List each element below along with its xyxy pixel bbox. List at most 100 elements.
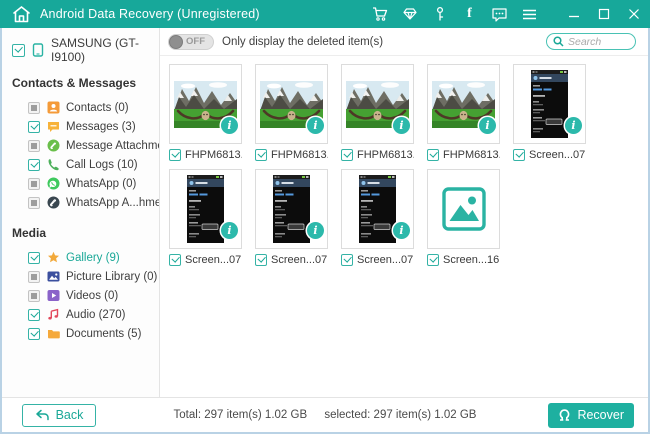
thumbnail-card[interactable]: i [255,64,328,144]
info-button[interactable]: i [307,117,324,134]
call-logs-checkbox[interactable] [28,159,40,171]
back-button[interactable]: Back [22,404,96,427]
device-row[interactable]: SAMSUNG (GT-I9100) [12,36,155,64]
file-grid: i FHPM6813.jpg [169,64,648,266]
documents-checkbox[interactable] [28,328,40,340]
whatsapp-attachments-checkbox[interactable] [28,197,40,209]
thumbnail-card[interactable]: i [341,169,414,249]
picture-library-checkbox[interactable] [28,271,40,283]
picture-library-icon [46,270,60,284]
search-box[interactable] [546,33,636,50]
whatsapp-checkbox[interactable] [28,178,40,190]
search-input[interactable] [568,36,628,48]
contacts-checkbox[interactable] [28,102,40,114]
info-button[interactable]: i [393,117,410,134]
selection-summary: Total: 297 item(s) 1.02 GB selected: 297… [167,409,484,421]
message-attachments-checkbox[interactable] [28,140,40,152]
file-checkbox[interactable] [513,149,525,161]
sidebar-item-message-attachments[interactable]: Message Attachments (0) [12,136,155,155]
thumbnail-card[interactable]: i [255,169,328,249]
thumbnail-card[interactable]: i [169,169,242,249]
sidebar-item-gallery[interactable]: Gallery (9) [12,248,155,267]
file-name: Screen...07.png [185,254,242,266]
thumbnail-card[interactable]: i [427,169,500,249]
file-checkbox[interactable] [427,254,439,266]
recover-icon [558,409,571,422]
key-icon[interactable] [431,6,448,23]
deleted-items-toggle[interactable]: OFF [168,34,214,50]
gallery-icon [46,251,60,265]
sidebar-item-call-logs[interactable]: Call Logs (10) [12,155,155,174]
window-title: Android Data Recovery (Unregistered) [40,7,260,21]
audio-checkbox[interactable] [28,309,40,321]
file-name: FHPM6813.jpg [271,149,328,161]
home-icon[interactable] [10,3,32,25]
info-button[interactable]: i [393,222,410,239]
file-checkbox[interactable] [427,149,439,161]
gallery-item: i FHPM6813.jpg [341,64,414,161]
videos-checkbox[interactable] [28,290,40,302]
thumbnail-card[interactable]: i [169,64,242,144]
sidebar-item-messages[interactable]: Messages (3) [12,117,155,136]
cart-icon[interactable] [371,6,388,23]
total-count: Total: 297 item(s) 1.02 GB [174,409,308,421]
file-checkbox[interactable] [255,149,267,161]
gallery-item: i FHPM6813.jpg [255,64,328,161]
file-checkbox[interactable] [341,254,353,266]
screenshot-thumbnail [531,70,568,138]
back-arrow-icon [35,409,49,421]
minimize-button[interactable] [565,6,582,23]
section-title-contacts-messages: Contacts & Messages [12,76,155,90]
contacts-icon [46,101,60,115]
thumbnail-card[interactable]: i [427,64,500,144]
gem-icon[interactable] [401,6,418,23]
toggle-label: Only display the deleted item(s) [222,36,383,48]
file-checkbox[interactable] [341,149,353,161]
file-checkbox[interactable] [169,254,181,266]
thumbnail-card[interactable]: i [513,64,586,144]
gallery-item: i Screen...07.png [169,169,242,266]
messages-checkbox[interactable] [28,121,40,133]
sidebar: SAMSUNG (GT-I9100) Contacts & Messages C… [2,28,160,397]
info-button[interactable]: i [221,222,238,239]
maximize-button[interactable] [595,6,612,23]
device-name: SAMSUNG (GT-I9100) [51,36,155,64]
file-checkbox[interactable] [169,149,181,161]
device-checkbox[interactable] [12,44,25,57]
messages-icon [46,120,60,134]
sidebar-item-picture-library[interactable]: Picture Library (0) [12,267,155,286]
sidebar-item-videos[interactable]: Videos (0) [12,286,155,305]
toolbar: OFF Only display the deleted item(s) [160,28,648,56]
gallery-item: i Screen...07.png [255,169,328,266]
menu-icon[interactable] [521,6,538,23]
sidebar-item-contacts[interactable]: Contacts (0) [12,98,155,117]
file-name: FHPM6813.jpg [357,149,414,161]
documents-icon [46,327,60,341]
screenshot-thumbnail [187,175,224,243]
sidebar-item-documents[interactable]: Documents (5) [12,324,155,343]
phone-icon [31,43,45,57]
footer: Back Total: 297 item(s) 1.02 GB selected… [2,397,648,432]
window-controls [565,6,642,23]
image-placeholder-icon [442,187,486,231]
titlebar-actions: f [371,6,642,23]
gallery-item: i Screen...07.png [513,64,586,161]
info-button[interactable]: i [565,117,582,134]
facebook-icon[interactable]: f [461,6,478,23]
sidebar-item-audio[interactable]: Audio (270) [12,305,155,324]
info-button[interactable]: i [307,222,324,239]
close-button[interactable] [625,6,642,23]
app-window: Android Data Recovery (Unregistered) f [0,0,650,434]
file-checkbox[interactable] [255,254,267,266]
sidebar-item-whatsapp[interactable]: WhatsApp (0) [12,174,155,193]
gallery-checkbox[interactable] [28,252,40,264]
sidebar-item-whatsapp-attachments[interactable]: WhatsApp A...hments (0) [12,193,155,212]
gallery-item: i Screen...16.png [427,169,500,266]
info-button[interactable]: i [479,117,496,134]
toggle-state: OFF [186,36,205,47]
thumbnail-card[interactable]: i [341,64,414,144]
info-button[interactable]: i [221,117,238,134]
feedback-icon[interactable] [491,6,508,23]
recover-button[interactable]: Recover [548,403,634,428]
selected-count: selected: 297 item(s) 1.02 GB [324,409,476,421]
